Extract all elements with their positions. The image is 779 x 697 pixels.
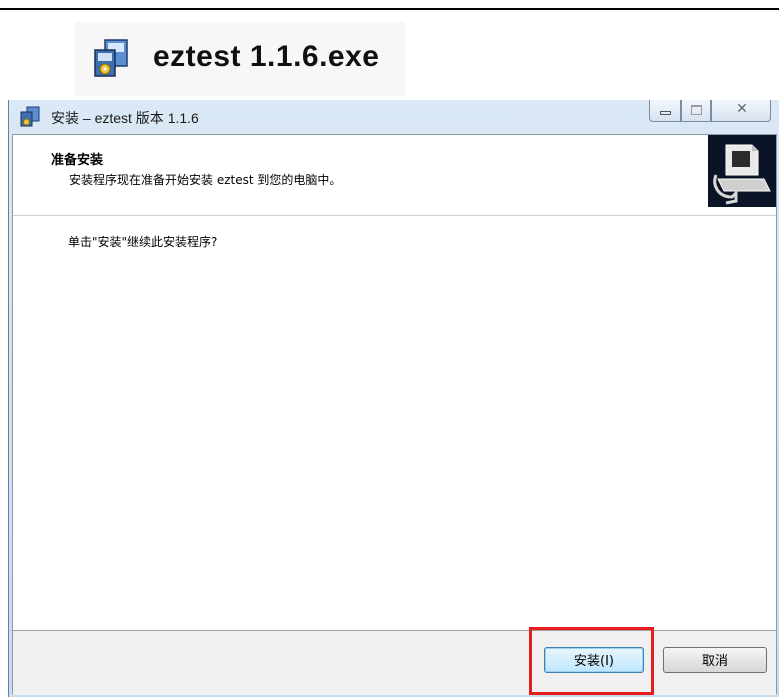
cancel-button[interactable]: 取消 — [663, 647, 767, 673]
close-button[interactable]: ✕ — [711, 100, 771, 122]
installer-window: 安装 – eztest 版本 1.1.6 ✕ 准备安装 安装程序现在准备开始安装… — [8, 100, 779, 697]
window-title: 安装 – eztest 版本 1.1.6 — [51, 110, 199, 126]
file-name: eztest 1.1.6.exe — [153, 40, 380, 73]
wizard-header: 准备安装 安装程序现在准备开始安装 eztest 到您的电脑中。 — [13, 135, 776, 215]
wizard-computer-icon — [708, 135, 776, 207]
installer-icon — [19, 106, 41, 128]
close-icon: ✕ — [736, 101, 748, 117]
header-divider — [13, 215, 776, 216]
instruction-text: 单击"安装"继续此安装程序? — [68, 235, 218, 249]
title-bar[interactable]: 安装 – eztest 版本 1.1.6 ✕ — [9, 100, 779, 134]
button-bar: 安装(I) 取消 — [13, 630, 776, 695]
minimize-icon — [660, 111, 671, 115]
file-label: eztest 1.1.6.exe — [75, 22, 405, 96]
page-subheading: 安装程序现在准备开始安装 eztest 到您的电脑中。 — [69, 173, 342, 187]
maximize-icon — [691, 105, 702, 115]
highlight-annotation — [529, 627, 654, 695]
wizard-content: 准备安装 安装程序现在准备开始安装 eztest 到您的电脑中。 单击"安装"继… — [12, 134, 777, 695]
installer-icon — [91, 38, 131, 80]
top-rule — [0, 8, 779, 10]
page-heading: 准备安装 — [51, 153, 104, 168]
minimize-button[interactable] — [649, 100, 681, 122]
maximize-button[interactable] — [681, 100, 711, 122]
